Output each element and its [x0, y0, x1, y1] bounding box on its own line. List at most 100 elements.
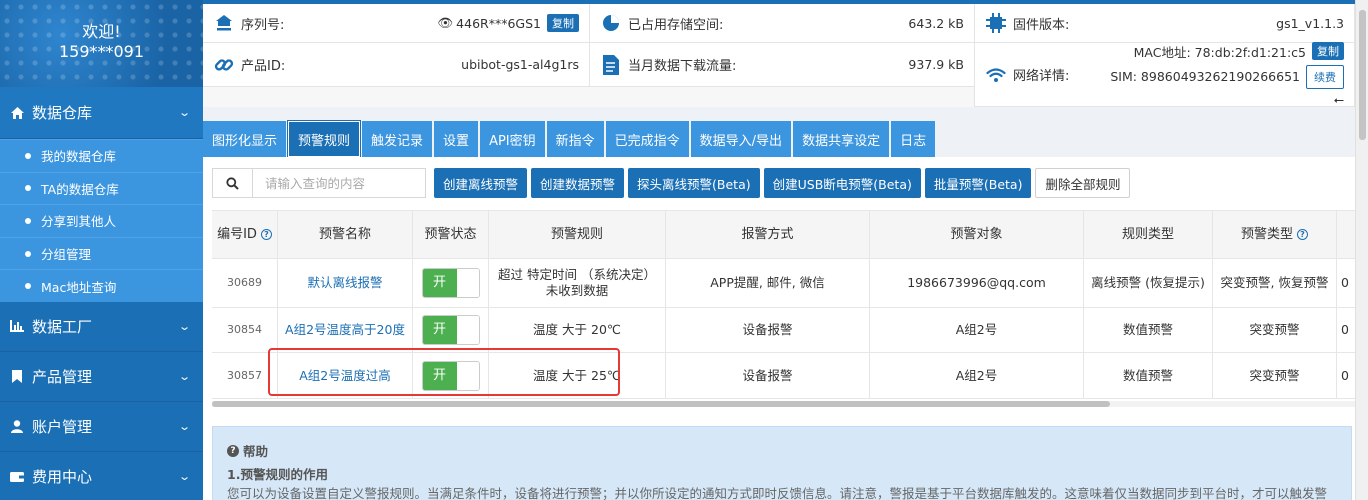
sim-value: SIM: 89860493262190266651	[1110, 69, 1300, 84]
probe-offline-alert-button[interactable]: 探头离线预警(Beta)	[628, 168, 760, 198]
alert-name-link[interactable]: A组2号温度高于20度	[285, 322, 405, 338]
network-cell: 网络详情: MAC地址: 78:db:2f:d1:21:c5 复制 SIM: 8…	[975, 42, 1355, 108]
create-data-alert-button[interactable]: 创建数据预警	[531, 168, 625, 198]
info-spacer	[203, 87, 975, 107]
batch-alert-button[interactable]: 批量预警(Beta)	[924, 168, 1032, 198]
mac-value: MAC地址: 78:db:2f:d1:21:c5	[1133, 44, 1306, 60]
help-icon[interactable]: ?	[260, 229, 272, 240]
col-extra	[1337, 211, 1355, 258]
product-value: ubibot-gs1-al4g1rs	[461, 57, 579, 72]
col-alert-type[interactable]: 预警类型?	[1213, 211, 1337, 258]
welcome-text: 欢迎!	[82, 22, 121, 41]
chevron-down-icon: ⌄	[177, 369, 191, 383]
main-content: 序列号: 👁 446R***6GS1 复制 已占用存储空间: 643.2 kB …	[203, 0, 1368, 500]
tab-completed-commands[interactable]: 已完成指令	[605, 121, 689, 157]
tab-trigger-log[interactable]: 触发记录	[362, 121, 433, 157]
toolbar: 创建离线预警 创建数据预警 探头离线预警(Beta) 创建USB断电预警(Bet…	[212, 168, 1131, 198]
usb-icon: ⭠	[1333, 92, 1344, 108]
sidebar: 欢迎! 159***091 数据仓库 ⌄ 我的数据仓库 TA的数据仓库 分享到其…	[0, 0, 203, 500]
col-id[interactable]: 编号ID?	[212, 211, 278, 258]
tab-data-sharing[interactable]: 数据共享设定	[793, 121, 890, 157]
download-value: 937.9 kB	[908, 57, 964, 72]
tab-api-key[interactable]: API密钥	[480, 121, 545, 157]
horizontal-scrollbar[interactable]	[212, 401, 1355, 407]
tab-alert-rules[interactable]: 预警规则	[287, 120, 362, 158]
copy-serial-button[interactable]: 复制	[547, 14, 579, 32]
wallet-icon	[10, 469, 24, 483]
rule-cell: 超过 特定时间 （系统决定） 未收到数据	[489, 259, 666, 307]
tab-log[interactable]: 日志	[891, 121, 936, 157]
status-toggle[interactable]: 开	[421, 268, 480, 298]
renew-button[interactable]: 续费	[1306, 64, 1344, 89]
tab-import-export[interactable]: 数据导入/导出	[690, 121, 792, 157]
chevron-down-icon: ⌄	[177, 106, 191, 119]
eye-icon[interactable]: 👁	[437, 15, 453, 31]
firmware-cell: 固件版本: gs1_v1.1.3	[975, 4, 1355, 43]
chevron-down-icon: ⌄	[177, 469, 191, 483]
document-icon	[600, 54, 622, 76]
col-target: 预警对象	[870, 211, 1084, 258]
alert-rules-panel: 创建离线预警 创建数据预警 探头离线预警(Beta) 创建USB断电预警(Bet…	[203, 157, 1355, 500]
product-cell: 产品ID: ubibot-gs1-al4g1rs	[203, 43, 590, 87]
link-icon	[213, 54, 235, 76]
col-rule-type: 规则类型	[1084, 211, 1213, 258]
cloud-upload-icon	[213, 12, 235, 34]
table-row: 30857 A组2号温度过高 开 温度 大于 25℃ 设备报警 A组2号 数值预…	[212, 353, 1355, 399]
search-box	[212, 168, 426, 198]
nav-group-billing[interactable]: 费用中心 ⌄	[0, 452, 203, 500]
user-icon	[10, 419, 24, 433]
table-row: 30689 默认离线报警 开 超过 特定时间 （系统决定） 未收到数据 APP提醒…	[212, 259, 1355, 308]
bar-chart-icon	[10, 319, 24, 333]
home-icon	[10, 106, 24, 120]
chip-icon	[985, 12, 1007, 34]
col-name: 预警名称	[278, 211, 413, 258]
alert-name-link[interactable]: A组2号温度过高	[299, 368, 391, 384]
bookmark-icon	[10, 369, 24, 383]
tab-settings[interactable]: 设置	[434, 121, 479, 157]
nav-group-data-warehouse[interactable]: 数据仓库 ⌄	[0, 87, 203, 139]
table-header: 编号ID? 预警名称 预警状态 预警规则 报警方式 预警对象 规则类型 预警类型…	[212, 210, 1355, 259]
sidebar-item-mac-lookup[interactable]: Mac地址查询	[0, 269, 203, 302]
nav-group-product-management[interactable]: 产品管理 ⌄	[0, 352, 203, 402]
col-method: 报警方式	[666, 211, 870, 258]
sidebar-item-my-warehouse[interactable]: 我的数据仓库	[0, 139, 203, 172]
copy-mac-button[interactable]: 复制	[1312, 42, 1344, 60]
serial-value: 446R***6GS1	[456, 15, 541, 31]
chevron-down-icon: ⌄	[177, 319, 191, 333]
table-row: 30854 A组2号温度高于20度 开 温度 大于 20℃ 设备报警 A组2号 …	[212, 308, 1355, 353]
help-box: ? 帮助 1.预警规则的作用 您可以为设备设置自定义警报规则。当满足条件时，设备将…	[212, 426, 1352, 500]
firmware-value: gs1_v1.1.3	[1276, 15, 1344, 31]
wifi-icon	[985, 64, 1007, 86]
search-input[interactable]	[253, 175, 423, 191]
sidebar-item-groups[interactable]: 分组管理	[0, 236, 203, 270]
vertical-scrollbar[interactable]	[1355, 0, 1368, 500]
tab-graph[interactable]: 图形化显示	[203, 121, 287, 157]
alert-name-link[interactable]: 默认离线报警	[307, 275, 382, 291]
create-offline-alert-button[interactable]: 创建离线预警	[434, 168, 528, 198]
welcome-banner: 欢迎! 159***091	[0, 0, 203, 87]
storage-value: 643.2 kB	[908, 15, 964, 31]
nav-group-account-management[interactable]: 账户管理 ⌄	[0, 402, 203, 452]
serial-cell: 序列号: 👁 446R***6GS1 复制	[203, 4, 590, 43]
sidebar-item-share[interactable]: 分享到其他人	[0, 204, 203, 237]
delete-all-rules-button[interactable]: 删除全部规则	[1035, 168, 1131, 198]
chevron-down-icon: ⌄	[177, 419, 191, 433]
col-status: 预警状态	[413, 211, 489, 258]
help-icon[interactable]: ?	[1297, 229, 1308, 240]
tab-bar: 图形化显示 预警规则 触发记录 设置 API密钥 新指令 已完成指令 数据导入/…	[203, 120, 937, 158]
status-toggle[interactable]: 开	[421, 315, 480, 345]
col-rule: 预警规则	[489, 211, 666, 258]
user-phone: 159***091	[58, 42, 145, 61]
device-info-panel: 序列号: 👁 446R***6GS1 复制 已占用存储空间: 643.2 kB …	[203, 4, 1355, 108]
tab-new-command[interactable]: 新指令	[546, 121, 604, 157]
nav-group-data-factory[interactable]: 数据工厂 ⌄	[0, 302, 203, 352]
usb-power-alert-button[interactable]: 创建USB断电预警(Beta)	[763, 168, 921, 198]
status-toggle[interactable]: 开	[421, 360, 480, 391]
download-cell: 当月数据下载流量: 937.9 kB	[590, 43, 975, 87]
storage-cell: 已占用存储空间: 643.2 kB	[590, 4, 975, 43]
sidebar-item-ta-warehouse[interactable]: TA的数据仓库	[0, 171, 203, 205]
sub-menu: 我的数据仓库 TA的数据仓库 分享到其他人 分组管理 Mac地址查询	[0, 139, 203, 302]
help-icon: ?	[227, 444, 239, 457]
alert-rules-table: 编号ID? 预警名称 预警状态 预警规则 报警方式 预警对象 规则类型 预警类型…	[212, 210, 1355, 400]
search-icon[interactable]	[213, 169, 253, 197]
